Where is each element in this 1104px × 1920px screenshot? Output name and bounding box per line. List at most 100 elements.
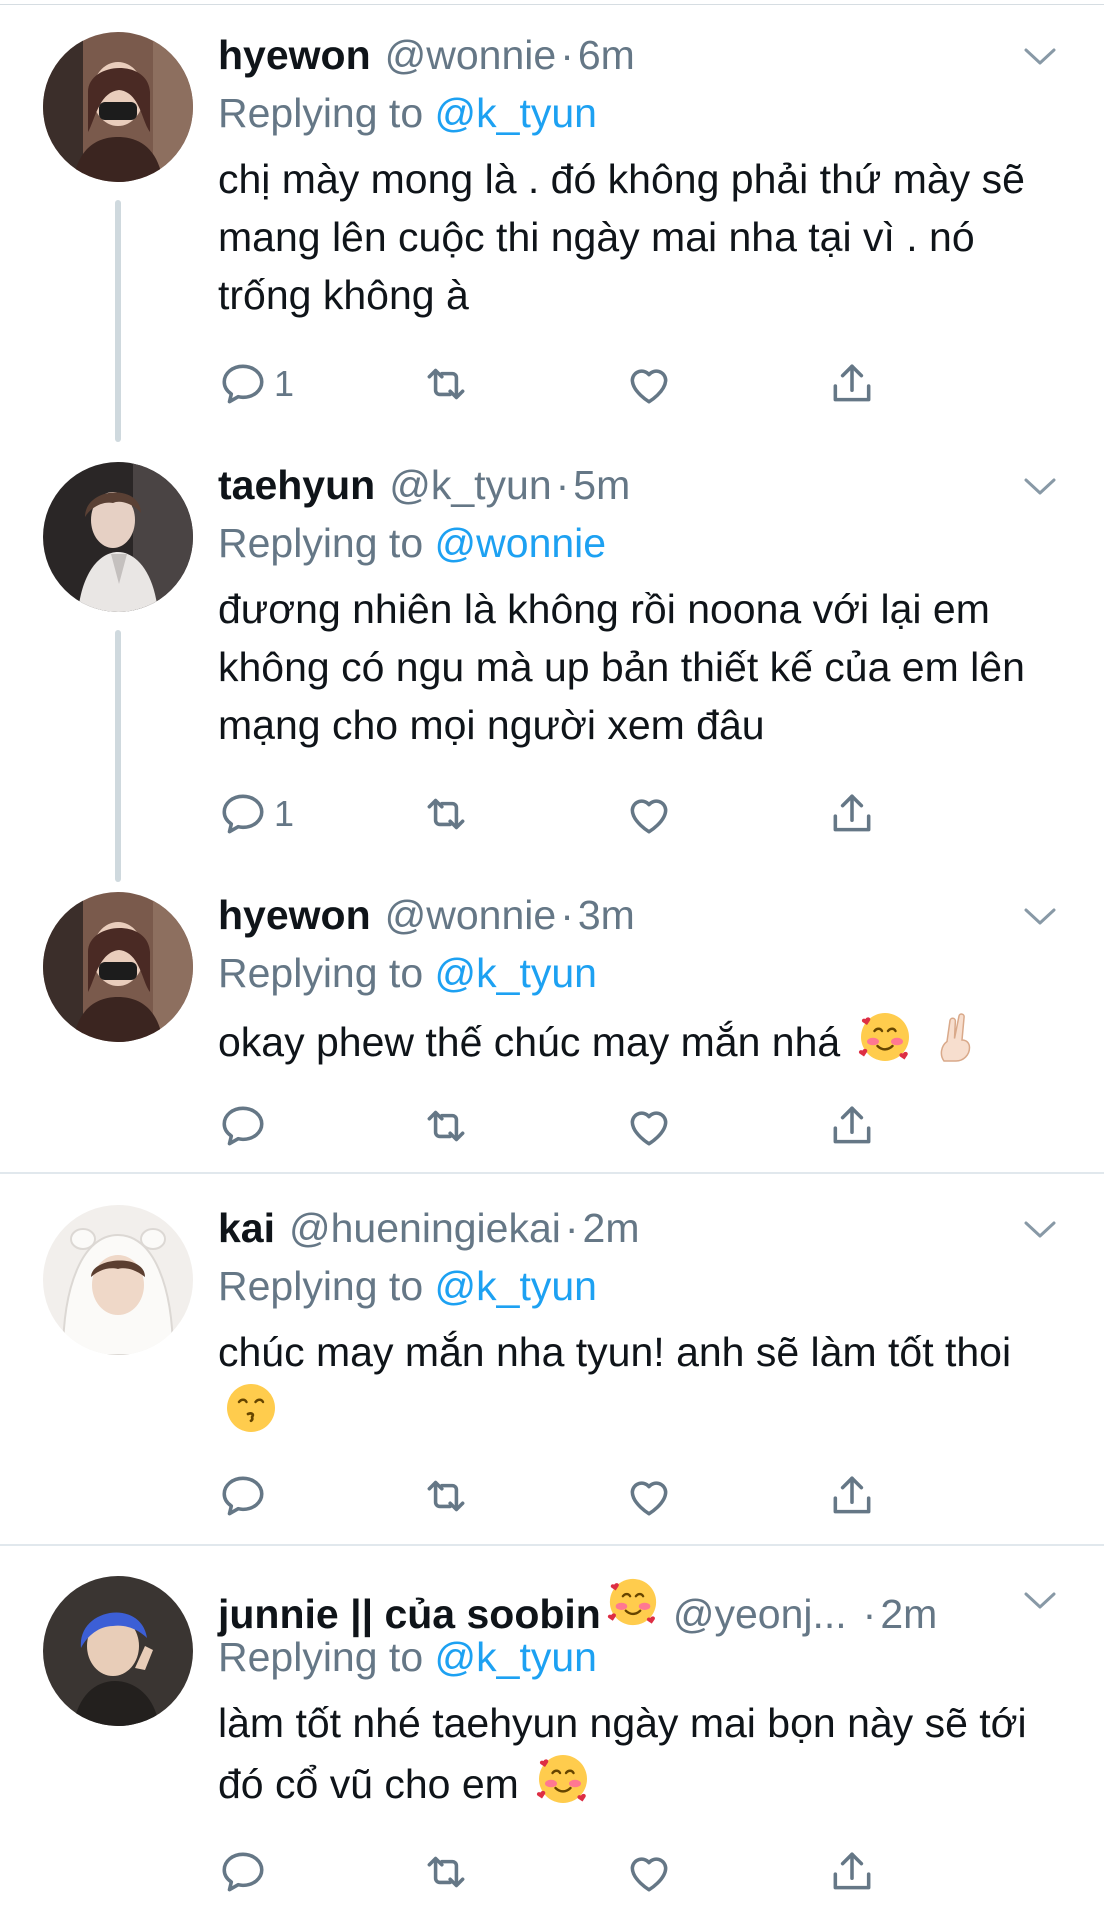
replying-to: Replying to @k_tyun [218, 1634, 597, 1681]
retweet-icon [421, 359, 471, 409]
retweet-button[interactable] [421, 1100, 624, 1152]
timestamp[interactable]: 3m [578, 892, 635, 939]
tweet-5[interactable]: junnie || của soobin @yeonj... · 2m Repl… [0, 1576, 1104, 1920]
reply-button[interactable] [218, 1846, 421, 1898]
chevron-down-icon[interactable] [1020, 1215, 1060, 1243]
reply-button[interactable] [218, 1100, 421, 1152]
retweet-icon [421, 1471, 471, 1521]
reply-icon [218, 1847, 268, 1897]
reply-button[interactable]: 1 [218, 358, 421, 410]
tweet-text-container: okay phew thế chúc may mắn nhá [218, 1010, 1078, 1071]
replying-to: Replying to @k_tyun [218, 1263, 597, 1310]
display-name[interactable]: hyewon [218, 892, 371, 939]
reply-count: 1 [274, 363, 295, 404]
action-bar [218, 1846, 1030, 1898]
user-handle[interactable]: @yeonj... [673, 1591, 847, 1638]
tweet-divider [0, 1172, 1104, 1174]
action-bar [218, 1470, 1030, 1522]
tweet-header: junnie || của soobin @yeonj... · 2m [218, 1576, 937, 1637]
mention-link[interactable]: @k_tyun [435, 1263, 597, 1309]
share-icon [827, 1101, 877, 1151]
user-handle[interactable]: @hueningiekai [289, 1205, 561, 1252]
share-button[interactable] [827, 358, 1030, 410]
action-bar [218, 1100, 1030, 1152]
like-button[interactable] [624, 788, 827, 840]
tweet-text-container: làm tốt nhé taehyun ngày mai bọn này sẽ … [218, 1694, 1078, 1813]
share-icon [827, 1847, 877, 1897]
display-name[interactable]: taehyun [218, 462, 375, 509]
retweet-button[interactable] [421, 358, 624, 410]
user-handle[interactable]: @wonnie [385, 892, 557, 939]
timestamp[interactable]: 6m [578, 32, 635, 79]
mention-link[interactable]: @k_tyun [435, 90, 597, 136]
kissing-face-emoji [224, 1381, 278, 1435]
reply-count: 1 [274, 793, 295, 834]
avatar[interactable] [43, 892, 193, 1042]
retweet-button[interactable] [421, 788, 624, 840]
top-divider [0, 4, 1104, 5]
display-name[interactable]: junnie || của soobin [218, 1591, 601, 1638]
smiling-face-with-hearts-emoji [536, 1752, 590, 1806]
retweet-button[interactable] [421, 1846, 624, 1898]
share-button[interactable] [827, 1470, 1030, 1522]
replying-prefix: Replying to [218, 950, 424, 996]
tweet-4[interactable]: kai @hueningiekai · 2m Replying to @k_ty… [0, 1205, 1104, 1535]
like-button[interactable] [624, 358, 827, 410]
dot-separator: · [560, 892, 574, 938]
tweet-text: làm tốt nhé taehyun ngày mai bọn này sẽ … [218, 1700, 1027, 1807]
retweet-button[interactable] [421, 1470, 624, 1522]
dot-separator: · [555, 462, 570, 508]
smiling-face-with-hearts-emoji [607, 1576, 659, 1628]
crossed-fingers-emoji [929, 1010, 983, 1064]
thread-line [115, 200, 121, 442]
like-button[interactable] [624, 1470, 827, 1522]
reply-button[interactable] [218, 1470, 421, 1522]
replying-prefix: Replying to [218, 520, 424, 566]
mention-link[interactable]: @k_tyun [435, 950, 597, 996]
display-name[interactable]: kai [218, 1205, 275, 1252]
avatar[interactable] [43, 462, 193, 612]
share-button[interactable] [827, 1100, 1030, 1152]
like-icon [624, 1101, 674, 1151]
avatar[interactable] [43, 1205, 193, 1355]
smiling-face-with-hearts-emoji [858, 1010, 912, 1064]
dot-separator: · [560, 32, 574, 78]
like-icon [624, 359, 674, 409]
tweet-3[interactable]: hyewon @wonnie · 3m Replying to @k_tyun … [0, 892, 1104, 1162]
timestamp[interactable]: 2m [880, 1591, 937, 1638]
user-handle[interactable]: @wonnie [385, 32, 557, 79]
tweet-1[interactable]: hyewon @wonnie · 6m Replying to @k_tyun … [0, 32, 1104, 442]
reply-icon [218, 1101, 268, 1151]
tweet-divider [0, 1544, 1104, 1546]
reply-icon [218, 359, 268, 409]
tweet-2[interactable]: taehyun @k_tyun · 5m Replying to @wonnie… [0, 462, 1104, 882]
tweet-header: hyewon @wonnie · 3m [218, 892, 635, 948]
share-button[interactable] [827, 788, 1030, 840]
avatar[interactable] [43, 1576, 193, 1726]
chevron-down-icon[interactable] [1020, 472, 1060, 500]
thread-line [115, 630, 121, 882]
reply-icon [218, 1471, 268, 1521]
retweet-icon [421, 1847, 471, 1897]
action-bar: 1 [218, 788, 1030, 840]
mention-link[interactable]: @k_tyun [435, 1634, 597, 1680]
avatar[interactable] [43, 32, 193, 182]
like-button[interactable] [624, 1100, 827, 1152]
timestamp[interactable]: 2m [583, 1205, 640, 1252]
mention-link[interactable]: @wonnie [435, 520, 607, 566]
reply-button[interactable]: 1 [218, 788, 421, 840]
tweet-text: chị mày mong là . đó không phải thứ mày … [218, 156, 1025, 318]
chevron-down-icon[interactable] [1020, 42, 1060, 70]
user-handle[interactable]: @k_tyun [389, 462, 551, 509]
retweet-icon [421, 789, 471, 839]
chevron-down-icon[interactable] [1020, 1586, 1060, 1614]
display-name[interactable]: hyewon [218, 32, 371, 79]
share-button[interactable] [827, 1846, 1030, 1898]
timestamp[interactable]: 5m [573, 462, 630, 509]
replying-to: Replying to @wonnie [218, 520, 606, 567]
action-bar: 1 [218, 358, 1030, 410]
chevron-down-icon[interactable] [1020, 902, 1060, 930]
like-button[interactable] [624, 1846, 827, 1898]
replying-prefix: Replying to [218, 1634, 424, 1680]
replying-prefix: Replying to [218, 1263, 424, 1309]
